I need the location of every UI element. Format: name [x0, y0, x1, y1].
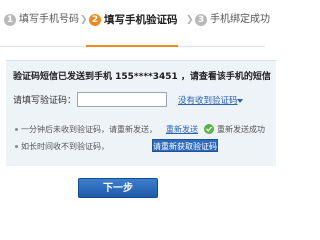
no-code-received-link[interactable]: 没有收到验证码: [178, 95, 238, 107]
slow-delivery-hint: 如长时间收不到验证码，: [21, 142, 109, 151]
step-progress-bar: 1 填写手机号码 ❯ 2 填写手机验证码 ❯ 3 手机绑定成功: [0, 14, 270, 48]
verification-panel: 验证码短信已发送到手机 155****3451 ，请查看该手机的短信 请填写验证…: [6, 60, 276, 166]
code-label: 请填写验证码：: [13, 96, 77, 106]
caret-down-icon[interactable]: [237, 99, 243, 103]
check-circle-icon: [204, 124, 214, 134]
step-3-label: 手机绑定成功: [210, 14, 270, 25]
resend-link[interactable]: 重新发送: [166, 124, 198, 135]
verification-code-input[interactable]: [77, 92, 167, 107]
reget-code-button[interactable]: 请重新获取验证码: [152, 139, 218, 152]
step-2-label: 填写手机验证码: [104, 14, 178, 26]
bullet-icon: [15, 145, 18, 148]
bullet-icon: [15, 128, 18, 131]
step-arrow-icon: ❯: [80, 15, 88, 25]
step-1-number: 1: [4, 14, 16, 26]
step-3-number: 3: [195, 14, 207, 26]
resend-success-text: 重新发送成功: [217, 125, 265, 134]
next-step-button[interactable]: 下一步: [78, 178, 158, 198]
step-2-number: 2: [89, 14, 101, 26]
step-1-label: 填写手机号码: [19, 14, 79, 25]
active-step-underline: [86, 45, 178, 47]
sms-sent-message: 验证码短信已发送到手机 155****3451 ，请查看该手机的短信: [13, 72, 271, 82]
resend-hint: 一分钟后未收到验证码，请重新发送，: [21, 125, 157, 134]
step-arrow-icon: ❯: [186, 15, 194, 25]
